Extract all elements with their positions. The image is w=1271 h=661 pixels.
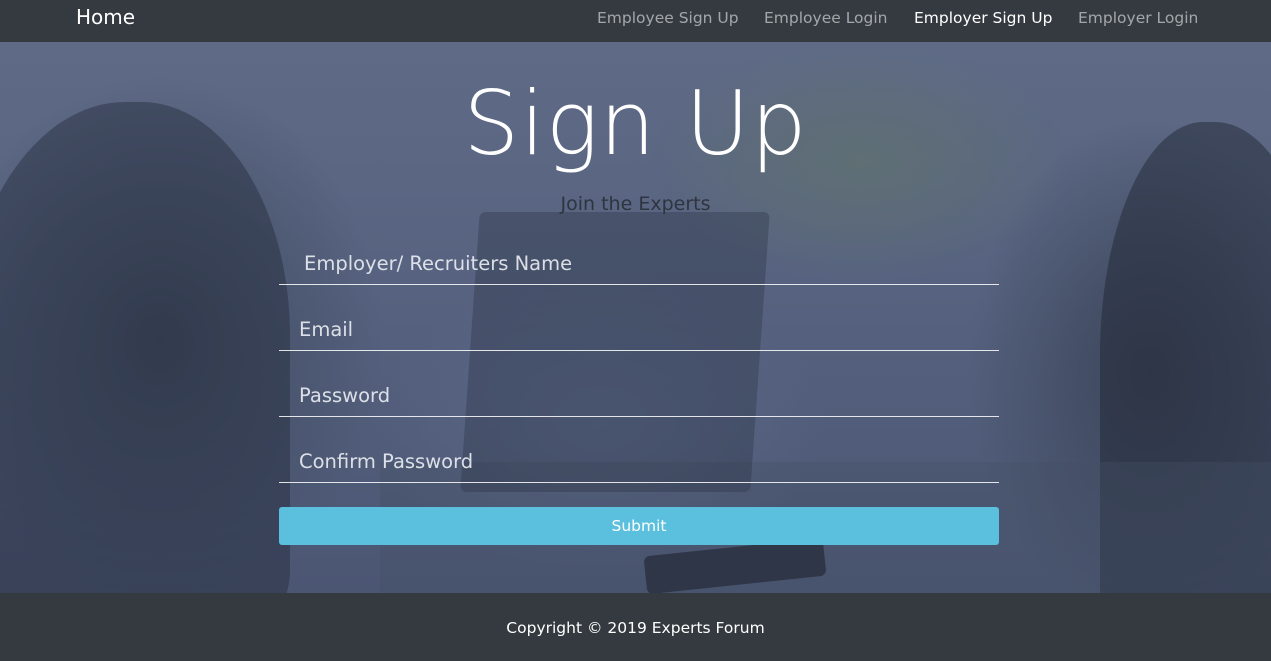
- submit-button[interactable]: Submit: [279, 507, 999, 545]
- nav-link-employee-sign-up[interactable]: Employee Sign Up: [597, 8, 739, 28]
- email-input[interactable]: [279, 309, 999, 351]
- signup-form-container: Sign Up Join the Experts Submit: [0, 42, 1271, 593]
- footer: Copyright © 2019 Experts Forum: [0, 593, 1271, 661]
- page-title: Sign Up: [463, 72, 808, 175]
- password-input[interactable]: [279, 375, 999, 417]
- nav-link-employee-login[interactable]: Employee Login: [764, 8, 888, 28]
- recruiter-name-input[interactable]: [279, 243, 999, 285]
- hero-section: Sign Up Join the Experts Submit: [0, 42, 1271, 593]
- nav-link-employer-sign-up[interactable]: Employer Sign Up: [914, 8, 1052, 28]
- copyright-text: Copyright © 2019 Experts Forum: [506, 619, 765, 637]
- confirm-password-input[interactable]: [279, 441, 999, 483]
- page-subtitle: Join the Experts: [560, 193, 711, 215]
- navbar: Home Employee Sign Up Employee Login Emp…: [0, 0, 1271, 42]
- nav-link-employer-login[interactable]: Employer Login: [1078, 8, 1198, 28]
- home-link[interactable]: Home: [76, 5, 135, 29]
